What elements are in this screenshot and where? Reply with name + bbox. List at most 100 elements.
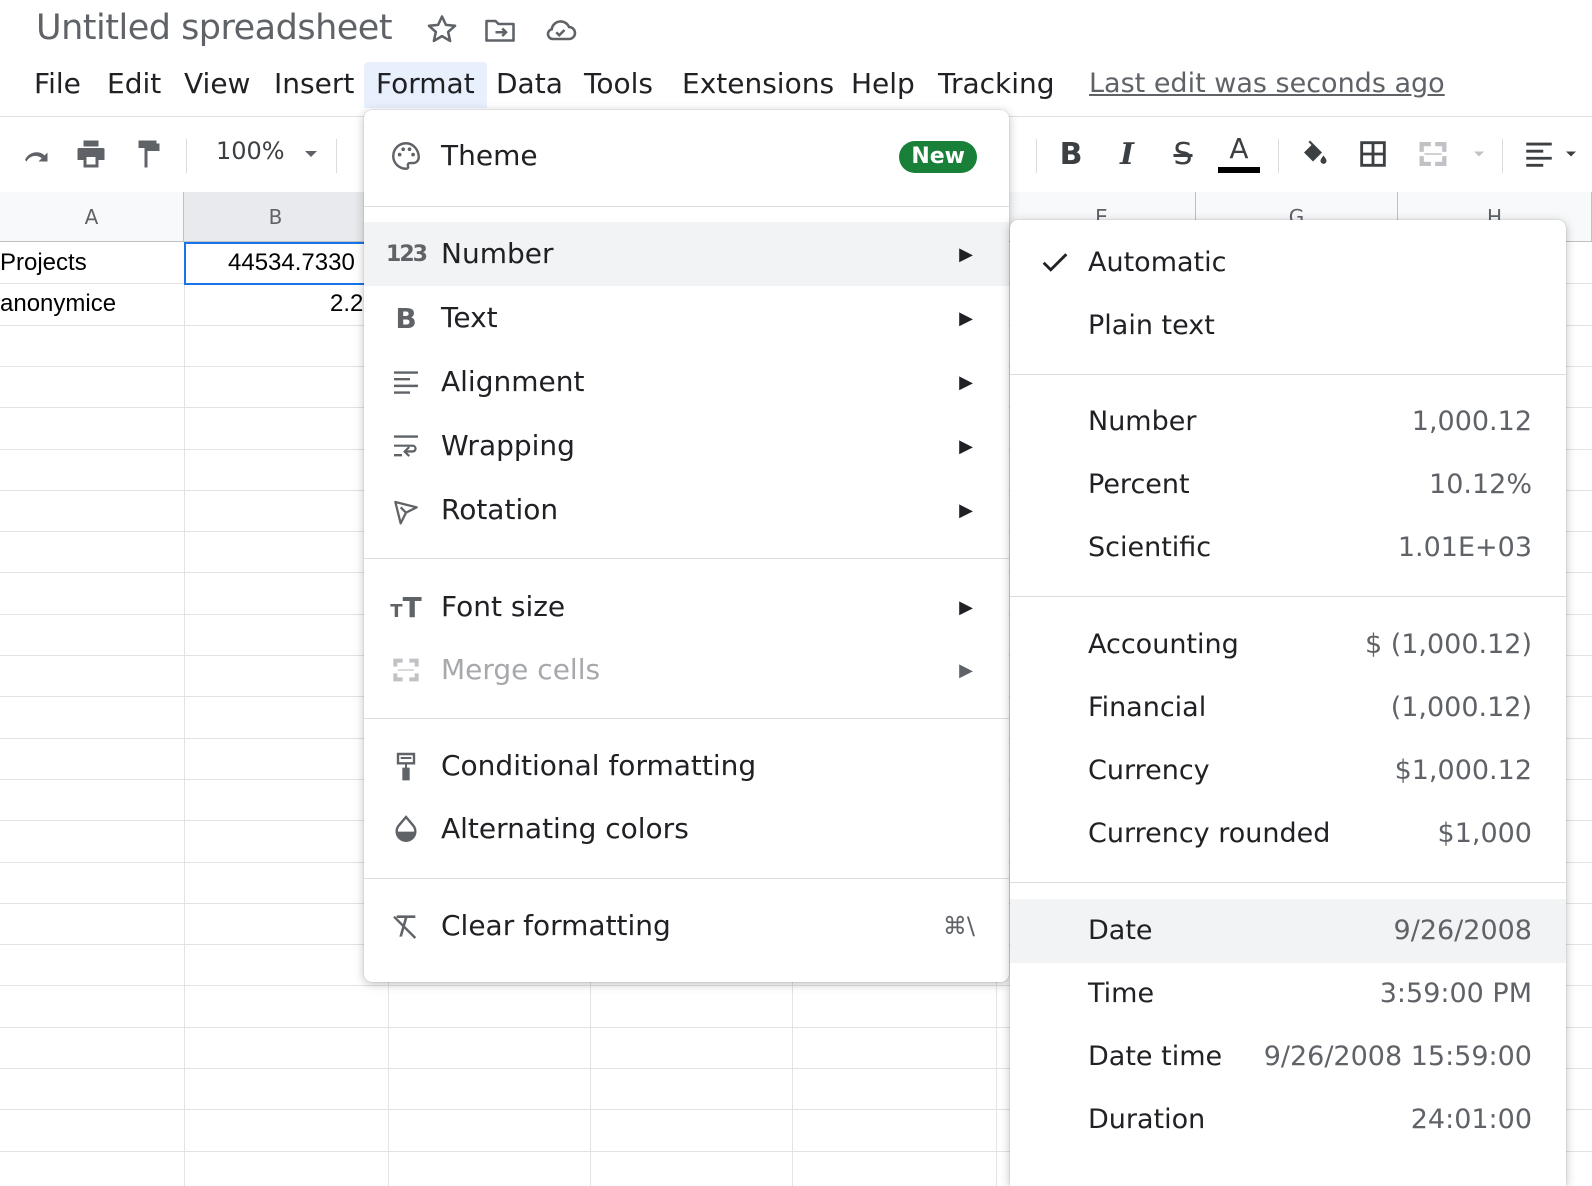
menu-view[interactable]: View — [184, 62, 250, 108]
menu-item-rotation[interactable]: Rotation ▶ — [364, 478, 1009, 542]
menu-item-label: Rotation — [441, 493, 559, 526]
submenu-item-label: Accounting — [1088, 629, 1239, 660]
menu-item-label: Alternating colors — [441, 812, 689, 845]
format-example: 9/26/2008 15:59:00 — [1263, 1041, 1532, 1072]
borders-icon[interactable] — [1352, 133, 1394, 175]
shortcut-text: ⌘\ — [942, 912, 975, 940]
menu-item-text[interactable]: B Text ▶ — [364, 286, 1009, 350]
italic-icon[interactable]: I — [1106, 133, 1148, 175]
palette-icon — [388, 138, 424, 174]
star-icon[interactable] — [424, 12, 460, 48]
submenu-item-plain-text[interactable]: Plain text — [1010, 294, 1566, 358]
number-format-submenu: Automatic Plain text Number 1,000.12 Per… — [1010, 220, 1566, 1186]
submenu-divider — [1010, 596, 1566, 597]
submenu-item-date-time[interactable]: Date time 9/26/2008 15:59:00 — [1010, 1025, 1566, 1089]
document-title[interactable]: Untitled spreadsheet — [36, 8, 393, 48]
submenu-item-label: Percent — [1088, 469, 1190, 500]
menu-divider — [364, 558, 1009, 559]
title-row: Untitled spreadsheet — [0, 0, 1592, 62]
submenu-arrow-icon: ▶ — [959, 436, 973, 456]
strikethrough-icon[interactable]: S — [1162, 133, 1204, 175]
submenu-item-label: Date — [1088, 915, 1153, 946]
cell-b1[interactable]: 44534.7330 — [228, 249, 355, 277]
align-dropdown-icon[interactable] — [1556, 133, 1586, 175]
redo-icon[interactable] — [16, 133, 58, 175]
submenu-item-currency-rounded[interactable]: Currency rounded $1,000 — [1010, 802, 1566, 866]
123-icon: 123 — [386, 241, 428, 267]
submenu-item-label: Automatic — [1088, 247, 1227, 278]
format-example: $1,000 — [1437, 818, 1532, 849]
submenu-divider — [1010, 374, 1566, 375]
submenu-item-time[interactable]: Time 3:59:00 PM — [1010, 962, 1566, 1026]
menu-item-label: Font size — [441, 590, 566, 623]
menu-item-alternating-colors[interactable]: Alternating colors — [364, 797, 1009, 861]
bold-icon: B — [395, 301, 417, 335]
submenu-item-duration[interactable]: Duration 24:01:00 — [1010, 1088, 1566, 1152]
menu-data[interactable]: Data — [496, 62, 563, 108]
menu-item-label: Number — [441, 237, 554, 270]
menu-item-font-size[interactable]: TT Font size ▶ — [364, 575, 1009, 639]
format-example: $ (1,000.12) — [1364, 629, 1532, 660]
menu-divider — [364, 206, 1009, 207]
menu-tracking[interactable]: Tracking — [938, 62, 1055, 108]
menu-item-conditional-formatting[interactable]: Conditional formatting — [364, 734, 1009, 798]
move-to-folder-icon[interactable] — [482, 12, 518, 48]
toolbar-divider — [1278, 139, 1279, 173]
zoom-dropdown-icon[interactable] — [290, 133, 332, 175]
menu-item-number[interactable]: 123 Number ▶ — [364, 222, 1009, 286]
clear-format-icon — [388, 908, 424, 944]
menu-divider — [364, 718, 1009, 719]
submenu-arrow-icon: ▶ — [959, 660, 973, 680]
menu-item-label: Clear formatting — [441, 909, 671, 942]
toolbar-divider — [1502, 139, 1503, 173]
paint-format-icon[interactable] — [128, 133, 170, 175]
text-color-icon[interactable]: A — [1218, 133, 1260, 175]
format-example: 9/26/2008 — [1393, 915, 1532, 946]
submenu-item-percent[interactable]: Percent 10.12% — [1010, 453, 1566, 517]
merge-dropdown-icon[interactable] — [1466, 133, 1492, 175]
submenu-divider — [1010, 882, 1566, 883]
merge-cells-icon[interactable] — [1412, 133, 1454, 175]
submenu-item-date[interactable]: Date 9/26/2008 — [1010, 899, 1566, 963]
horizontal-align-icon[interactable] — [1518, 133, 1560, 175]
submenu-item-label: Plain text — [1088, 310, 1215, 341]
menu-item-theme[interactable]: Theme New — [364, 124, 1009, 188]
fill-color-icon[interactable] — [1292, 133, 1334, 175]
cloud-status-icon[interactable] — [542, 12, 578, 48]
menu-item-label: Theme — [441, 139, 538, 172]
cell-a1[interactable]: Projects — [0, 249, 87, 277]
submenu-item-scientific[interactable]: Scientific 1.01E+03 — [1010, 516, 1566, 580]
submenu-item-financial[interactable]: Financial (1,000.12) — [1010, 676, 1566, 740]
menu-edit[interactable]: Edit — [107, 62, 161, 108]
menu-item-label: Merge cells — [441, 653, 601, 686]
submenu-item-label: Financial — [1088, 692, 1207, 723]
rotation-icon — [388, 492, 424, 528]
submenu-item-number[interactable]: Number 1,000.12 — [1010, 390, 1566, 454]
menu-divider — [364, 878, 1009, 879]
format-example: 10.12% — [1429, 469, 1532, 500]
submenu-item-accounting[interactable]: Accounting $ (1,000.12) — [1010, 613, 1566, 677]
menu-item-merge-cells[interactable]: Merge cells ▶ — [364, 638, 1009, 702]
last-edit-link[interactable]: Last edit was seconds ago — [1089, 62, 1445, 108]
menu-item-clear-formatting[interactable]: Clear formatting ⌘\ — [364, 894, 1009, 958]
menu-insert[interactable]: Insert — [274, 62, 354, 108]
zoom-select[interactable]: 100% — [216, 137, 285, 165]
menu-format[interactable]: Format — [364, 62, 487, 108]
menu-file[interactable]: File — [34, 62, 81, 108]
submenu-item-currency[interactable]: Currency $1,000.12 — [1010, 739, 1566, 803]
menu-item-wrapping[interactable]: Wrapping ▶ — [364, 414, 1009, 478]
menu-item-label: Alignment — [441, 365, 585, 398]
menu-extensions[interactable]: Extensions — [682, 62, 834, 108]
submenu-item-label: Time — [1088, 978, 1155, 1009]
column-header-b[interactable]: B — [184, 192, 368, 242]
cell-a2[interactable]: anonymice — [0, 290, 116, 318]
cell-b2[interactable]: 2.2 — [330, 290, 363, 318]
column-header-a[interactable]: A — [0, 192, 184, 242]
menu-item-alignment[interactable]: Alignment ▶ — [364, 350, 1009, 414]
menu-tools[interactable]: Tools — [584, 62, 653, 108]
menu-help[interactable]: Help — [851, 62, 915, 108]
droplet-icon — [388, 811, 424, 847]
submenu-item-automatic[interactable]: Automatic — [1010, 231, 1566, 295]
bold-icon[interactable]: B — [1050, 133, 1092, 175]
print-icon[interactable] — [70, 133, 112, 175]
